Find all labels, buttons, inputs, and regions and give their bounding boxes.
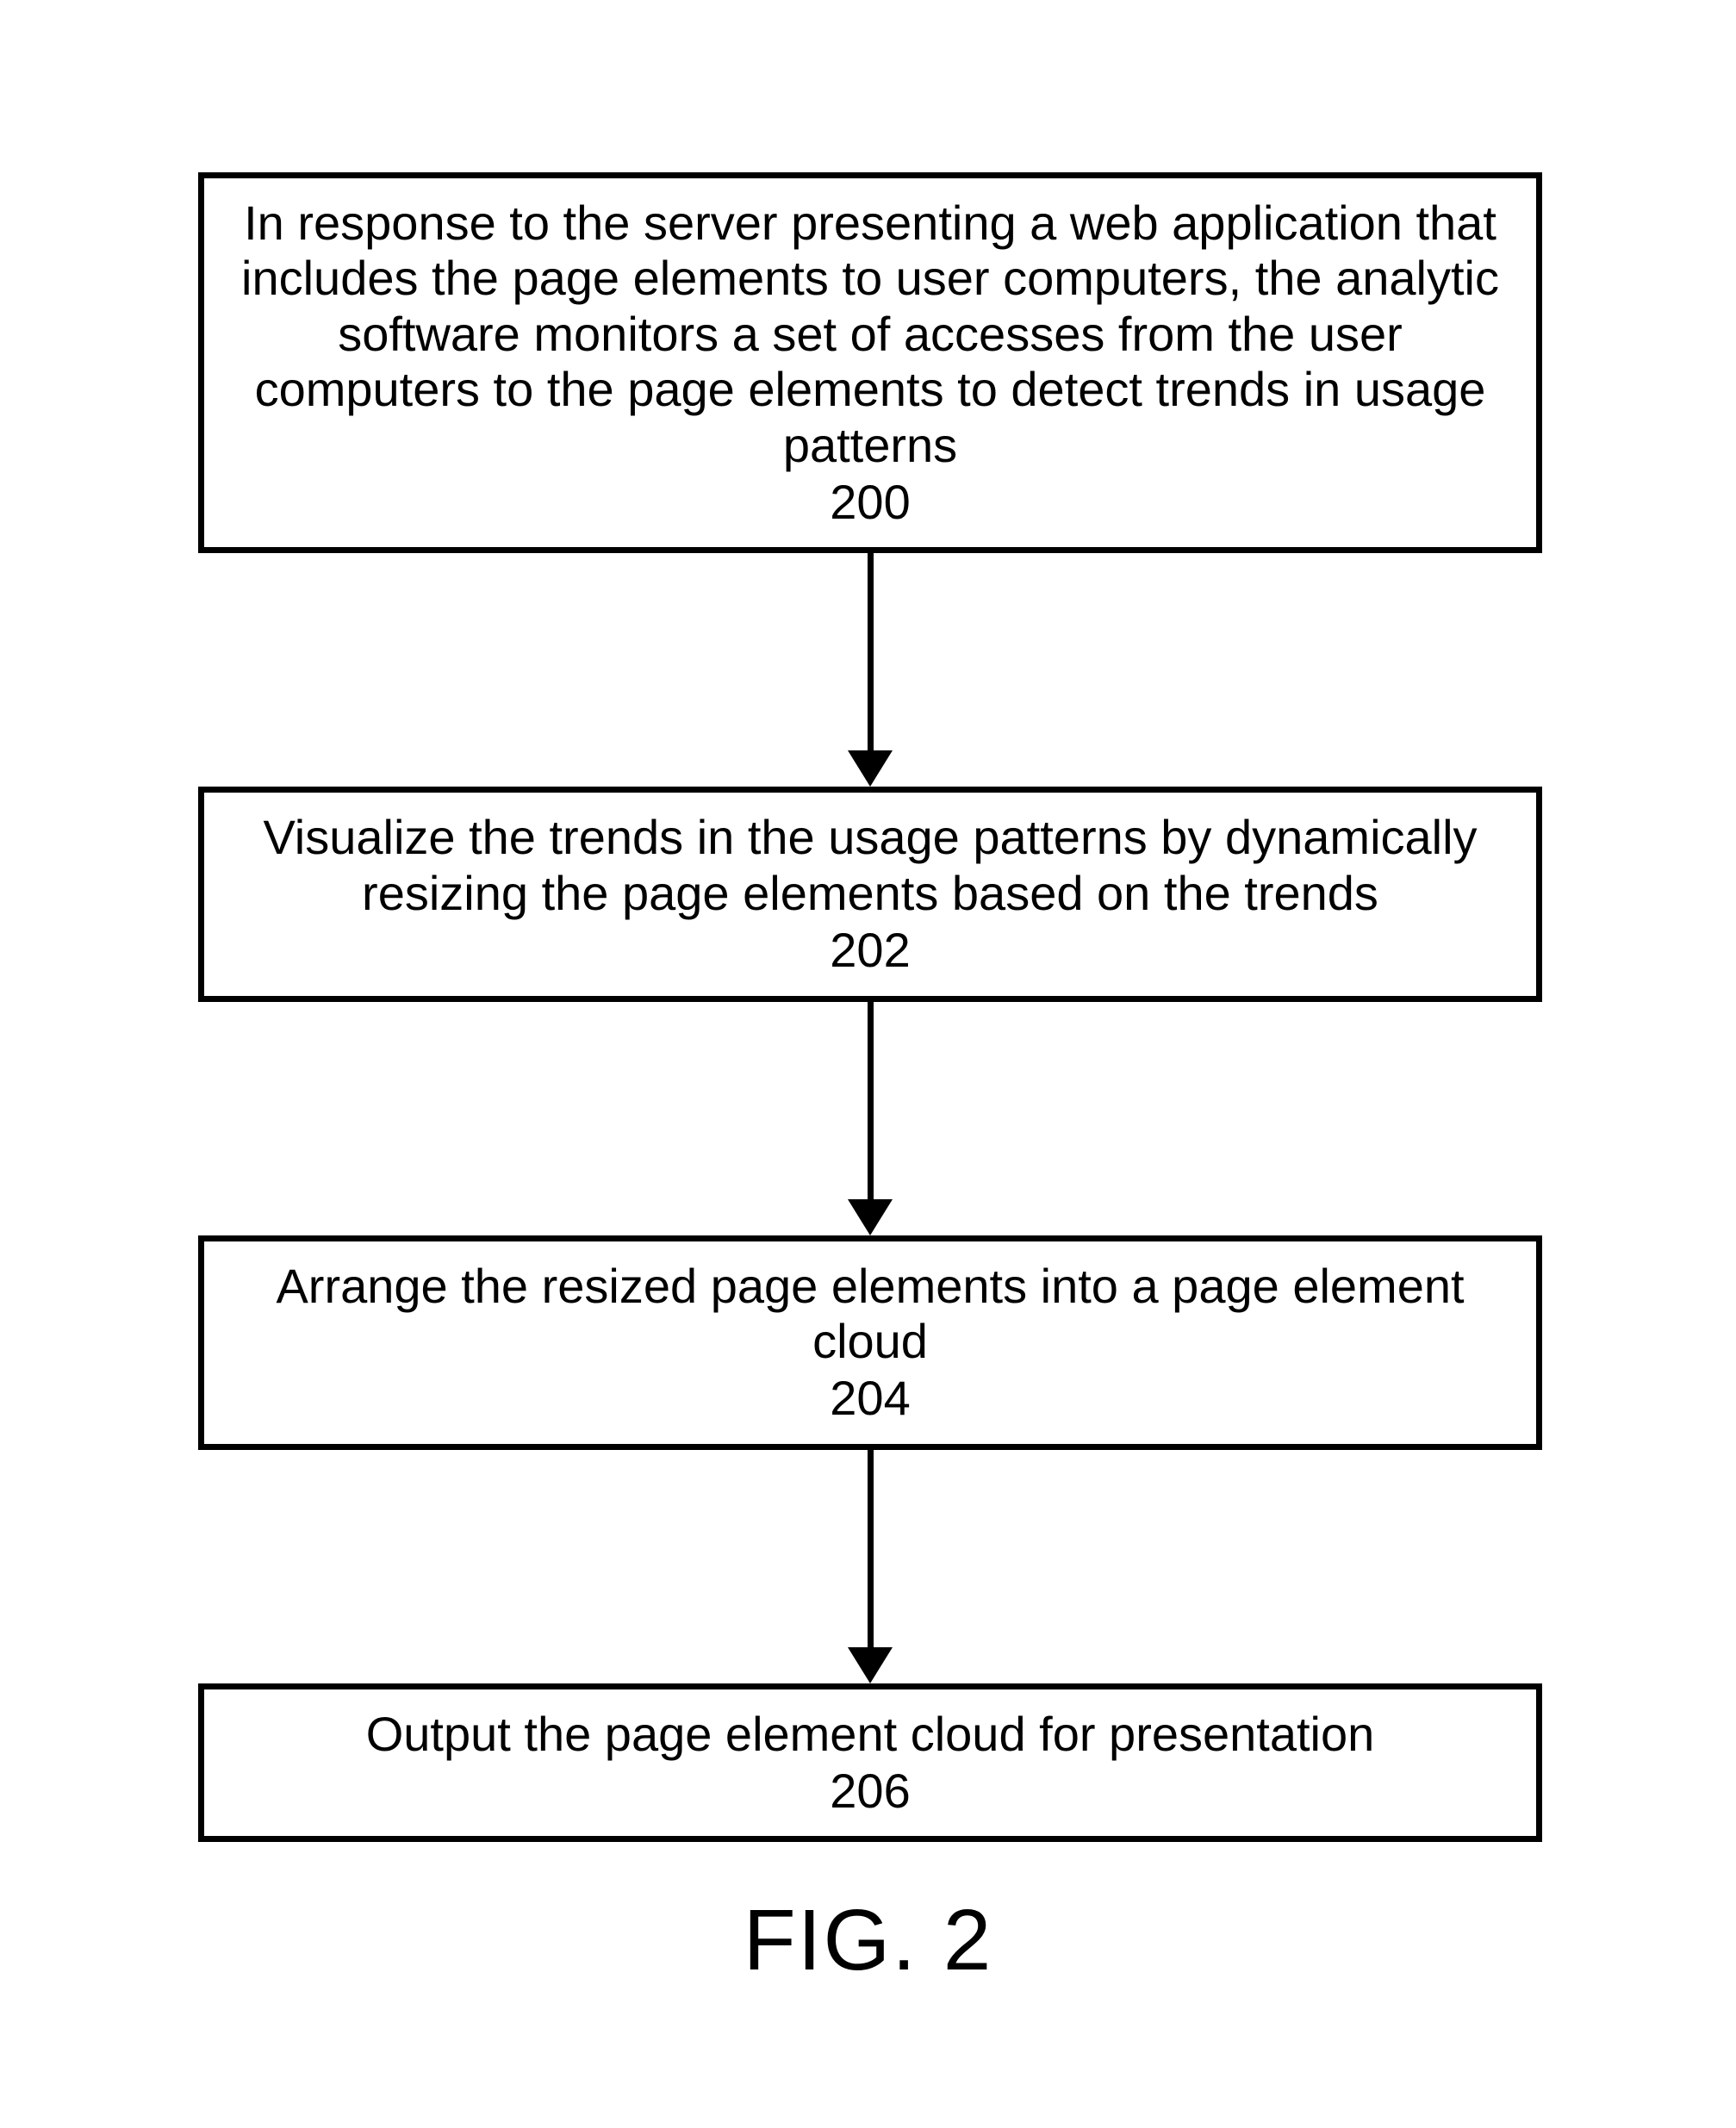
step-box-206: Output the page element cloud for presen…: [198, 1683, 1542, 1843]
step-text: Output the page element cloud for presen…: [366, 1707, 1375, 1761]
step-box-204: Arrange the resized page elements into a…: [198, 1235, 1542, 1450]
arrow-line: [868, 1002, 874, 1200]
step-number: 206: [230, 1764, 1510, 1819]
arrow-head-icon: [848, 750, 893, 787]
arrow-line: [868, 1450, 874, 1648]
figure-label: FIG. 2: [0, 1891, 1736, 1990]
step-number: 200: [230, 475, 1510, 530]
step-text: Visualize the trends in the usage patter…: [263, 810, 1477, 919]
arrow-icon: [848, 553, 893, 787]
arrow-head-icon: [848, 1199, 893, 1235]
arrow-head-icon: [848, 1647, 893, 1683]
step-number: 204: [230, 1371, 1510, 1426]
step-text: Arrange the resized page elements into a…: [276, 1259, 1464, 1368]
page: In response to the server presenting a w…: [0, 0, 1736, 2128]
step-number: 202: [230, 923, 1510, 978]
arrow-icon: [848, 1450, 893, 1683]
step-box-202: Visualize the trends in the usage patter…: [198, 787, 1542, 1001]
flowchart: In response to the server presenting a w…: [198, 172, 1542, 1842]
arrow-icon: [848, 1002, 893, 1235]
step-box-200: In response to the server presenting a w…: [198, 172, 1542, 553]
arrow-line: [868, 553, 874, 751]
step-text: In response to the server presenting a w…: [241, 196, 1499, 472]
